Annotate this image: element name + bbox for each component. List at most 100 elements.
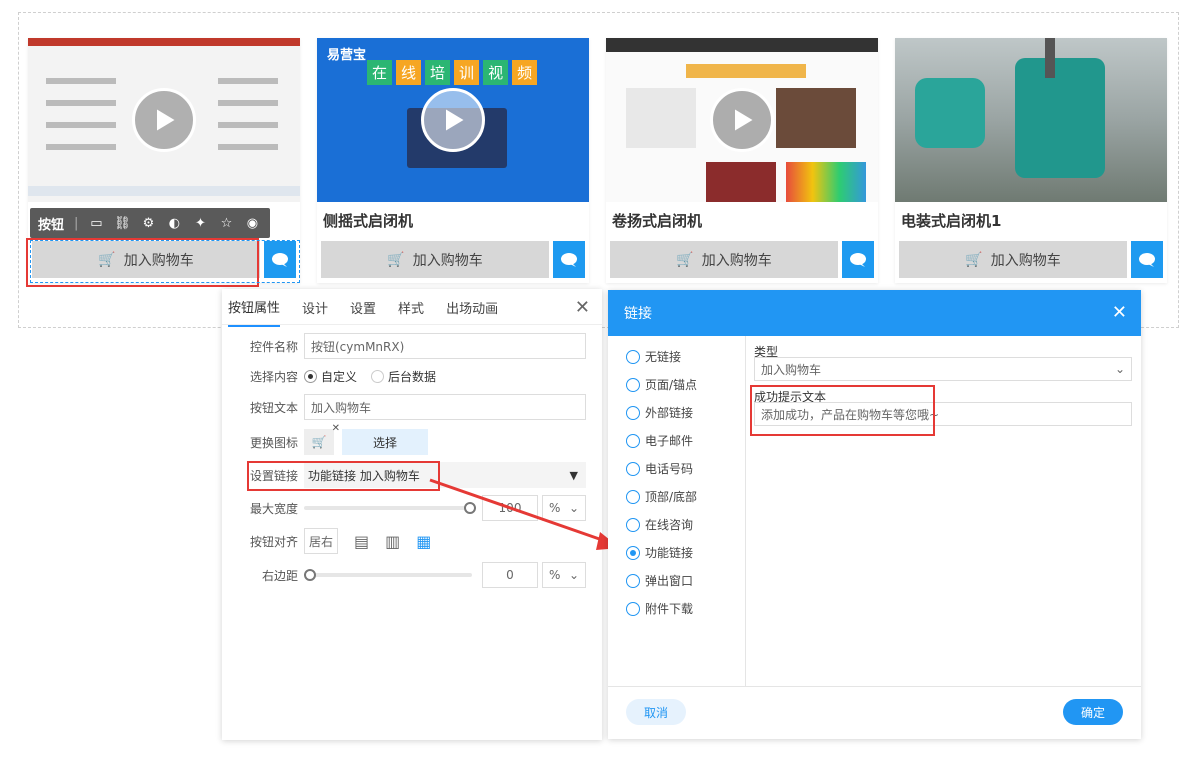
add-to-cart-button-2[interactable]: 🛒 加入购物车 — [321, 241, 549, 278]
tab-animation[interactable]: 出场动画 — [446, 288, 498, 326]
control-name-label: 控件名称 — [249, 339, 298, 354]
choose-icon-button[interactable]: 选择 — [342, 429, 428, 455]
link-icon[interactable]: ⛓ — [114, 215, 131, 231]
icon-label: 更换图标 — [249, 435, 298, 450]
gear-icon[interactable]: ⚙ — [140, 215, 156, 231]
radio-backend-label: 后台数据 — [388, 369, 437, 384]
icon-preview: 🛒 ✕ — [304, 423, 340, 455]
dialog-header: 链接 ✕ — [608, 290, 1141, 336]
link-highlight-box — [247, 461, 440, 491]
link-option-page[interactable]: 页面/锚点 — [626, 376, 697, 393]
play-icon[interactable] — [132, 88, 196, 152]
right-margin-unit-select[interactable]: % ⌄ — [542, 562, 586, 588]
radio-icon — [626, 377, 640, 392]
chat-icon — [850, 252, 866, 267]
radio-icon — [626, 461, 640, 476]
link-option-external[interactable]: 外部链接 — [626, 404, 693, 421]
radio-custom[interactable] — [304, 369, 317, 383]
toolbar-label: 按钮 — [38, 217, 65, 233]
link-dialog: 链接 ✕ 无链接 页面/锚点 外部链接 电子邮件 电话号码 顶部/底部 在线咨询… — [608, 290, 1141, 739]
cart-icon: 🛒 — [965, 251, 983, 268]
link-option-phone[interactable]: 电话号码 — [626, 460, 693, 477]
max-width-label: 最大宽度 — [249, 501, 298, 516]
link-option-popup[interactable]: 弹出窗口 — [626, 572, 693, 589]
button-text-input[interactable]: 加入购物车 — [304, 394, 586, 420]
product-title-2: 侧摇式启闭机 — [323, 212, 414, 230]
link-option-top-bottom[interactable]: 顶部/底部 — [626, 488, 697, 505]
radio-icon — [626, 433, 640, 448]
palette-icon[interactable]: ◐ — [166, 215, 182, 231]
close-icon[interactable]: ✕ — [575, 297, 590, 318]
radio-icon — [626, 349, 640, 364]
button-text-label: 按钮文本 — [249, 400, 298, 415]
close-icon[interactable]: ✕ — [1112, 302, 1127, 323]
video-thumbnail-3[interactable] — [606, 38, 878, 202]
chat-button-3[interactable] — [842, 241, 874, 278]
link-option-none[interactable]: 无链接 — [626, 348, 681, 365]
add-to-cart-button-3[interactable]: 🛒 加入购物车 — [610, 241, 838, 278]
chat-button-4[interactable] — [1131, 241, 1163, 278]
align-label: 按钮对齐 — [249, 534, 298, 549]
link-option-email[interactable]: 电子邮件 — [626, 432, 693, 449]
link-option-function[interactable]: 功能链接 — [626, 544, 693, 561]
remove-icon[interactable]: ✕ — [332, 423, 340, 434]
tab-button-properties[interactable]: 按钮属性 — [228, 287, 281, 327]
product-image-4[interactable] — [895, 38, 1167, 202]
radio-custom-label: 自定义 — [321, 369, 358, 384]
radio-backend[interactable] — [371, 369, 385, 383]
product-title-4: 电装式启闭机1 — [901, 212, 1002, 230]
radio-icon — [626, 489, 640, 504]
type-select[interactable]: 加入购物车 ⌄ — [754, 357, 1132, 381]
control-name-input[interactable]: 按钮(cymMnRX) — [304, 333, 586, 359]
success-text-highlight — [750, 385, 935, 436]
chat-button-2[interactable] — [553, 241, 585, 278]
link-option-online-consult[interactable]: 在线咨询 — [626, 516, 693, 533]
product-card-2[interactable]: 易营宝 在 线 培 训 视 频 侧摇式启闭机 🛒 加入购物车 — [317, 38, 589, 283]
add-to-cart-button-4[interactable]: 🛒 加入购物车 — [899, 241, 1127, 278]
brand-logo-text: 易营宝 — [327, 48, 367, 63]
right-margin-input[interactable]: 0 — [482, 562, 538, 588]
play-icon[interactable] — [710, 88, 774, 152]
radio-icon — [626, 517, 640, 532]
banner-title: 在 线 培 训 视 频 — [367, 60, 538, 85]
chevron-down-icon: ⌄ — [1114, 362, 1125, 376]
product-card-4[interactable]: 电装式启闭机1 🛒 加入购物车 — [895, 38, 1167, 283]
align-left-icon[interactable]: ▤ — [354, 532, 369, 551]
tab-settings[interactable]: 设置 — [350, 288, 376, 326]
selection-outline — [30, 240, 300, 283]
content-label: 选择内容 — [249, 369, 298, 384]
cart-icon: 🛒 — [387, 251, 405, 268]
radio-icon — [626, 545, 640, 560]
chat-icon — [561, 252, 577, 267]
dialog-footer: 取消 确定 — [608, 686, 1141, 739]
video-thumbnail-2[interactable]: 易营宝 在 线 培 训 视 频 — [317, 38, 589, 202]
link-option-download[interactable]: 附件下载 — [626, 600, 693, 617]
chevron-down-icon: ⌄ — [568, 568, 579, 582]
cart-icon: 🛒 — [311, 435, 327, 449]
right-margin-slider[interactable] — [304, 569, 472, 581]
play-icon[interactable] — [421, 88, 485, 152]
tab-style[interactable]: 样式 — [398, 288, 424, 326]
video-thumbnail-1[interactable] — [28, 38, 300, 202]
star-icon[interactable]: ☆ — [218, 215, 234, 231]
chat-icon — [1139, 252, 1155, 267]
confirm-button[interactable]: 确定 — [1063, 699, 1123, 725]
slider-knob[interactable] — [304, 569, 316, 581]
eye-icon[interactable]: ◉ — [244, 215, 260, 231]
align-value: 居右 — [304, 528, 338, 554]
properties-tabs: 按钮属性 设计 设置 样式 出场动画 ✕ — [222, 287, 602, 327]
red-arrow — [429, 478, 620, 550]
radio-icon — [626, 601, 640, 616]
product-title-3: 卷扬式启闭机 — [612, 212, 703, 230]
cart-icon: 🛒 — [676, 251, 694, 268]
animation-icon[interactable]: ✦ — [192, 215, 208, 231]
tab-design[interactable]: 设计 — [302, 288, 328, 326]
align-center-icon[interactable]: ▥ — [385, 532, 400, 551]
cancel-button[interactable]: 取消 — [626, 699, 686, 725]
radio-icon — [626, 405, 640, 420]
button-toolbar: 按钮 | ▭ ⛓ ⚙ ◐ ✦ ☆ ◉ — [30, 208, 270, 238]
edit-icon[interactable]: ▭ — [88, 215, 104, 231]
right-margin-label: 右边距 — [261, 568, 298, 583]
link-options-list: 无链接 页面/锚点 外部链接 电子邮件 电话号码 顶部/底部 在线咨询 功能链接… — [608, 336, 746, 686]
product-card-3[interactable]: 卷扬式启闭机 🛒 加入购物车 — [606, 38, 878, 283]
